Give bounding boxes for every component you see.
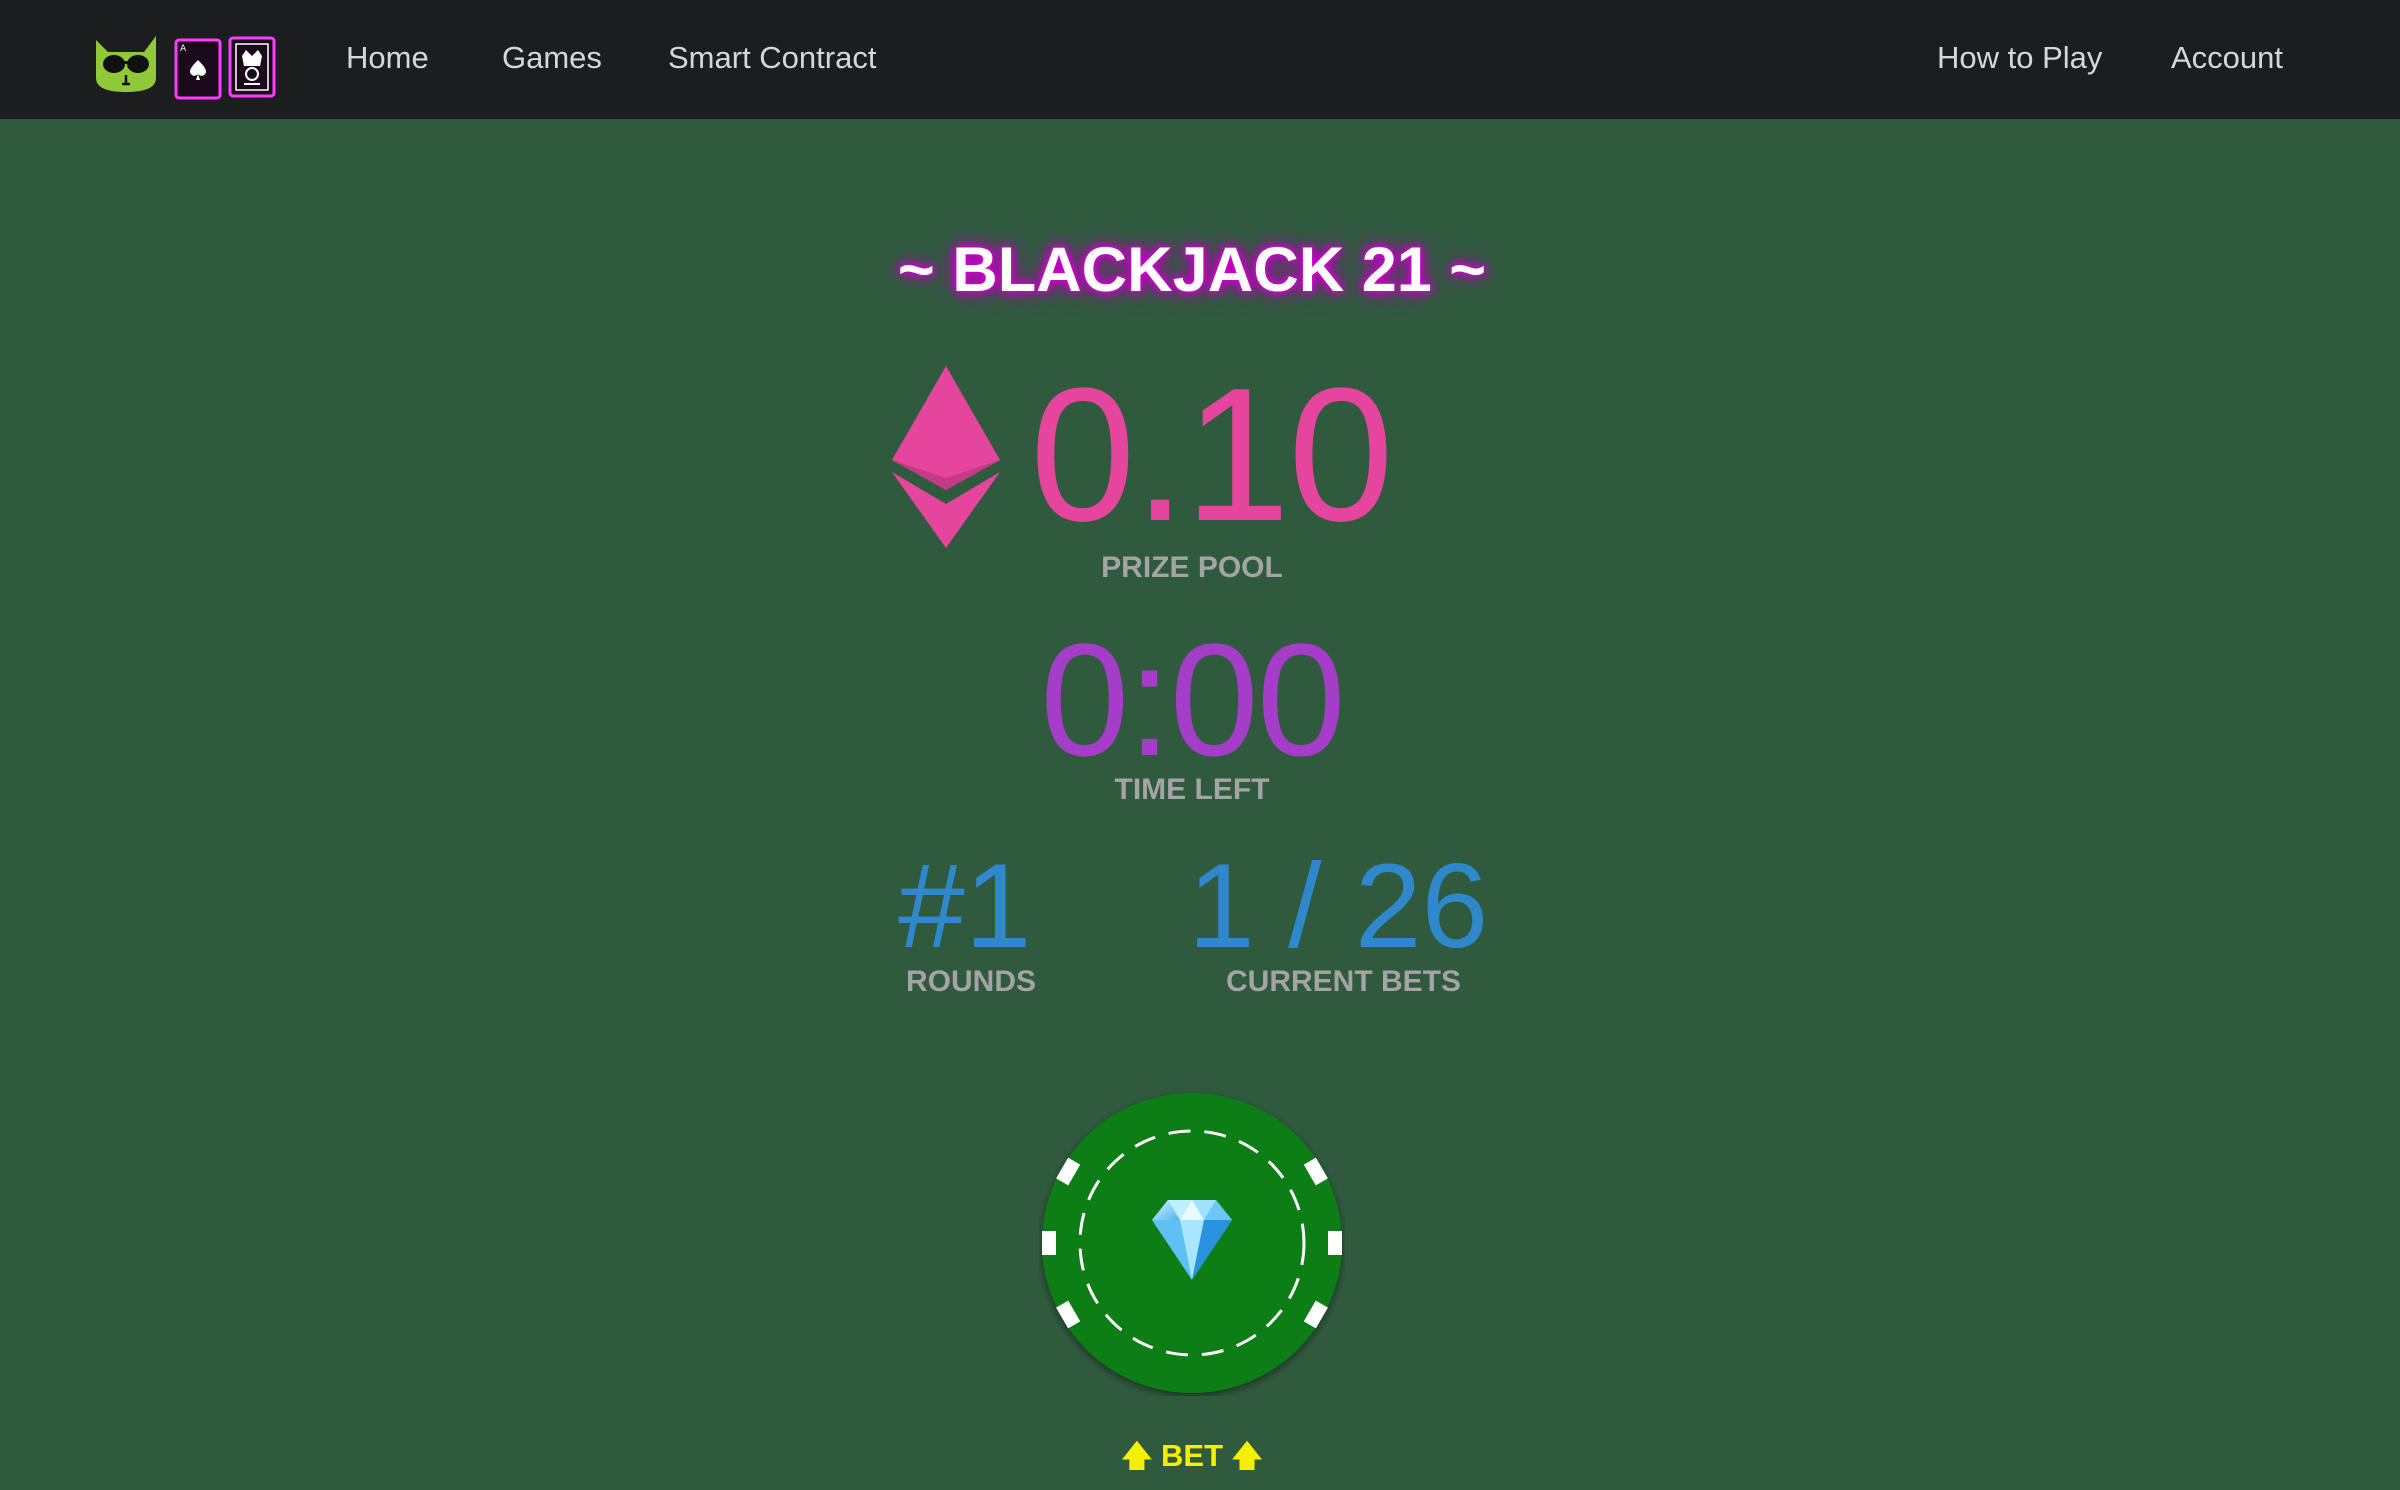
arrow-up-icon: 🡅 [1121, 1439, 1153, 1474]
cool-cat-with-cards-logo[interactable]: A [94, 26, 284, 102]
nav-games-link[interactable]: Games [502, 38, 602, 78]
bet-label[interactable]: 🡅 BET 🡅 [0, 1436, 2384, 1477]
nav-home-link[interactable]: Home [346, 38, 429, 78]
game-title: ~ BLACKJACK 21 ~ [897, 235, 1487, 305]
cat-icon [96, 36, 156, 92]
bet-chip-button[interactable] [1039, 1090, 1345, 1396]
top-navbar: A Home Games Smart Contract How to Play … [0, 0, 2400, 119]
ace-of-spades-card-icon: A [174, 38, 222, 100]
poker-chip-diamond-icon [1042, 1093, 1342, 1393]
prize-pool-value: 0.10 [1030, 349, 1394, 561]
current-bets-value: 1 / 26 [1188, 839, 1489, 973]
rounds-value: #1 [898, 839, 1032, 973]
prize-pool-label: PRIZE POOL [1101, 551, 1283, 584]
king-card-icon [228, 36, 276, 98]
rounds-label: ROUNDS [906, 965, 1037, 998]
time-left-value: 0:00 [1040, 610, 1345, 789]
arrow-up-icon: 🡅 [1231, 1439, 1263, 1474]
ethereum-icon [892, 366, 1000, 548]
bet-text: BET [1161, 1438, 1223, 1473]
nav-account-link[interactable]: Account [2171, 38, 2283, 78]
current-bets-label: CURRENT BETS [1226, 965, 1462, 998]
nav-smart-contract-link[interactable]: Smart Contract [668, 38, 876, 78]
time-left-label: TIME LEFT [1114, 773, 1270, 806]
nav-how-to-play-link[interactable]: How to Play [1937, 38, 2102, 78]
svg-text:A: A [180, 44, 187, 54]
